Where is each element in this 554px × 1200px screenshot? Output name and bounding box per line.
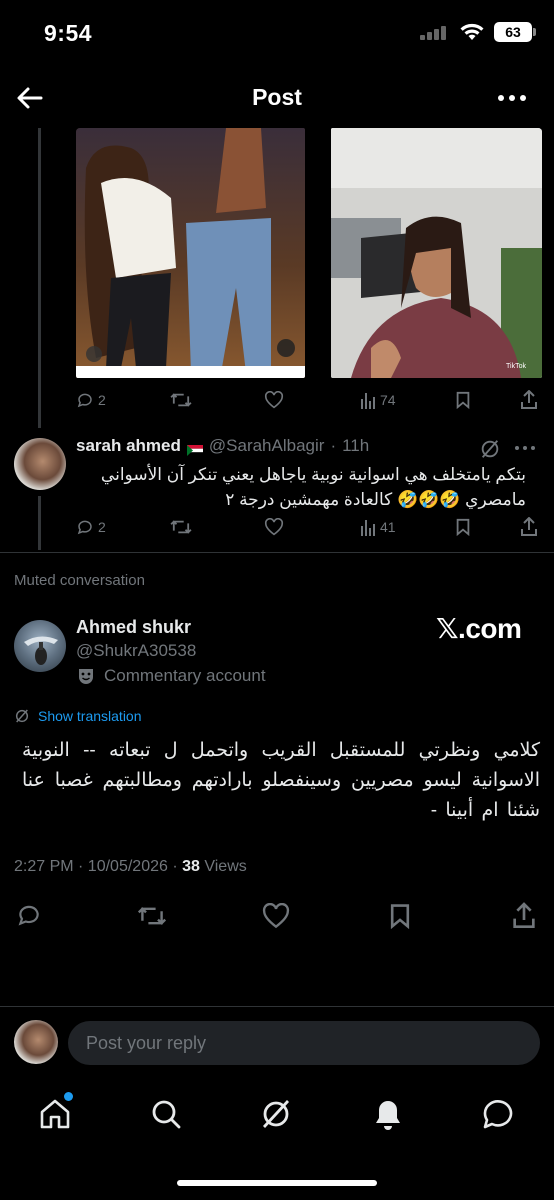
author-handle[interactable]: @SarahAlbagir bbox=[209, 436, 325, 456]
author-handle[interactable]: @ShukrA30538 bbox=[76, 641, 196, 661]
analytics-icon bbox=[361, 393, 375, 409]
post-text: كلامي ونظرتي للمستقبل القريب واتحمل ل تب… bbox=[22, 740, 540, 821]
post-timestamp: 2:27 PM · 10/05/2026 · bbox=[14, 858, 183, 875]
reply-composer bbox=[14, 1020, 542, 1066]
post-time: 11h bbox=[342, 436, 370, 455]
more-options-icon[interactable] bbox=[496, 86, 528, 110]
author-name[interactable]: sarah ahmed bbox=[76, 436, 181, 456]
page-title: Post bbox=[252, 84, 302, 110]
like-button[interactable] bbox=[264, 518, 284, 536]
tab-grok[interactable] bbox=[258, 1096, 294, 1132]
reply-button[interactable]: 2 bbox=[76, 391, 106, 409]
repost-icon[interactable] bbox=[136, 904, 168, 928]
reply-count: 2 bbox=[98, 519, 106, 535]
messages-icon bbox=[483, 1100, 513, 1129]
views-count: 38 bbox=[182, 858, 200, 875]
thread-line bbox=[38, 128, 41, 428]
share-icon[interactable] bbox=[512, 902, 536, 930]
tab-search[interactable] bbox=[148, 1096, 184, 1132]
views-button[interactable]: 41 bbox=[360, 518, 396, 536]
divider bbox=[0, 552, 554, 553]
account-type: Commentary account bbox=[104, 666, 266, 685]
views-button[interactable]: 74 bbox=[360, 391, 396, 409]
home-icon bbox=[40, 1099, 70, 1129]
grok-icon bbox=[15, 709, 29, 723]
share-icon bbox=[521, 390, 537, 409]
wifi-icon bbox=[460, 23, 484, 40]
media-image-left[interactable] bbox=[76, 128, 305, 378]
thread-line bbox=[38, 496, 41, 550]
share-button[interactable] bbox=[520, 390, 538, 410]
sudan-flag-icon bbox=[186, 441, 203, 456]
nav-header: Post bbox=[0, 70, 554, 126]
reply-icon[interactable] bbox=[16, 902, 42, 928]
cellular-signal-icon bbox=[420, 24, 450, 40]
bottom-tab-bar bbox=[0, 1090, 554, 1140]
post-meta: 2:27 PM · 10/05/2026 · 38 Views bbox=[14, 858, 247, 876]
x-watermark: 𝕏.com bbox=[436, 613, 522, 644]
theater-masks-icon bbox=[79, 669, 93, 684]
tab-notifications[interactable] bbox=[370, 1096, 406, 1132]
heart-icon bbox=[264, 518, 284, 536]
views-label: Views bbox=[199, 858, 247, 875]
grok-icon[interactable] bbox=[479, 438, 501, 460]
status-bar: 9:54 63 bbox=[0, 0, 554, 68]
show-translation-link[interactable]: Show translation bbox=[14, 708, 142, 724]
author-name[interactable]: Ahmed shukr bbox=[76, 617, 191, 638]
bookmark-icon bbox=[456, 518, 470, 536]
heart-icon bbox=[264, 391, 284, 409]
bookmark-icon[interactable] bbox=[389, 903, 411, 929]
reply-button[interactable]: 2 bbox=[76, 518, 106, 536]
post-text: بتكم يامتخلف هي اسوانية نوبية ياجاهل يعن… bbox=[100, 465, 526, 509]
tab-messages[interactable] bbox=[480, 1096, 516, 1132]
search-icon bbox=[152, 1100, 181, 1129]
muted-conversation-label: Muted conversation bbox=[14, 572, 145, 589]
repost-icon bbox=[170, 520, 192, 534]
avatar bbox=[14, 1020, 58, 1064]
repost-icon bbox=[170, 393, 192, 407]
repost-button[interactable] bbox=[170, 391, 192, 409]
like-button[interactable] bbox=[264, 391, 284, 409]
views-count: 41 bbox=[380, 519, 396, 535]
notification-dot bbox=[64, 1092, 73, 1101]
main-post-actions bbox=[0, 900, 554, 932]
reply-header: sarah ahmed @SarahAlbagir · 11h bbox=[76, 436, 370, 456]
share-icon bbox=[521, 517, 537, 536]
status-time: 9:54 bbox=[44, 20, 93, 46]
avatar[interactable] bbox=[14, 438, 66, 490]
repost-button[interactable] bbox=[170, 518, 192, 536]
reply-icon bbox=[77, 393, 92, 408]
share-button[interactable] bbox=[520, 517, 538, 537]
bell-icon bbox=[376, 1101, 400, 1130]
bookmark-button[interactable] bbox=[455, 391, 471, 409]
bookmark-button[interactable] bbox=[455, 518, 471, 536]
media-image-right[interactable]: TikTok bbox=[331, 128, 542, 378]
commentary-account-label: Commentary account bbox=[76, 666, 266, 686]
analytics-icon bbox=[361, 520, 375, 536]
grok-icon bbox=[262, 1100, 290, 1128]
divider bbox=[0, 1006, 554, 1007]
tiktok-badge: TikTok bbox=[506, 363, 526, 370]
reply-icon bbox=[77, 520, 92, 535]
bookmark-icon bbox=[456, 391, 470, 409]
views-count: 74 bbox=[380, 392, 396, 408]
more-options-icon[interactable] bbox=[514, 444, 536, 452]
tab-home[interactable] bbox=[37, 1092, 73, 1132]
status-icons: 63 bbox=[420, 22, 536, 42]
home-indicator bbox=[177, 1180, 377, 1186]
reply-input[interactable] bbox=[68, 1021, 540, 1065]
reply-count: 2 bbox=[98, 392, 106, 408]
avatar[interactable] bbox=[14, 620, 66, 672]
heart-icon[interactable] bbox=[261, 903, 291, 929]
battery-indicator: 63 bbox=[494, 22, 536, 42]
media-gallery[interactable]: TikTok bbox=[76, 128, 542, 380]
show-translation-label[interactable]: Show translation bbox=[38, 708, 142, 724]
